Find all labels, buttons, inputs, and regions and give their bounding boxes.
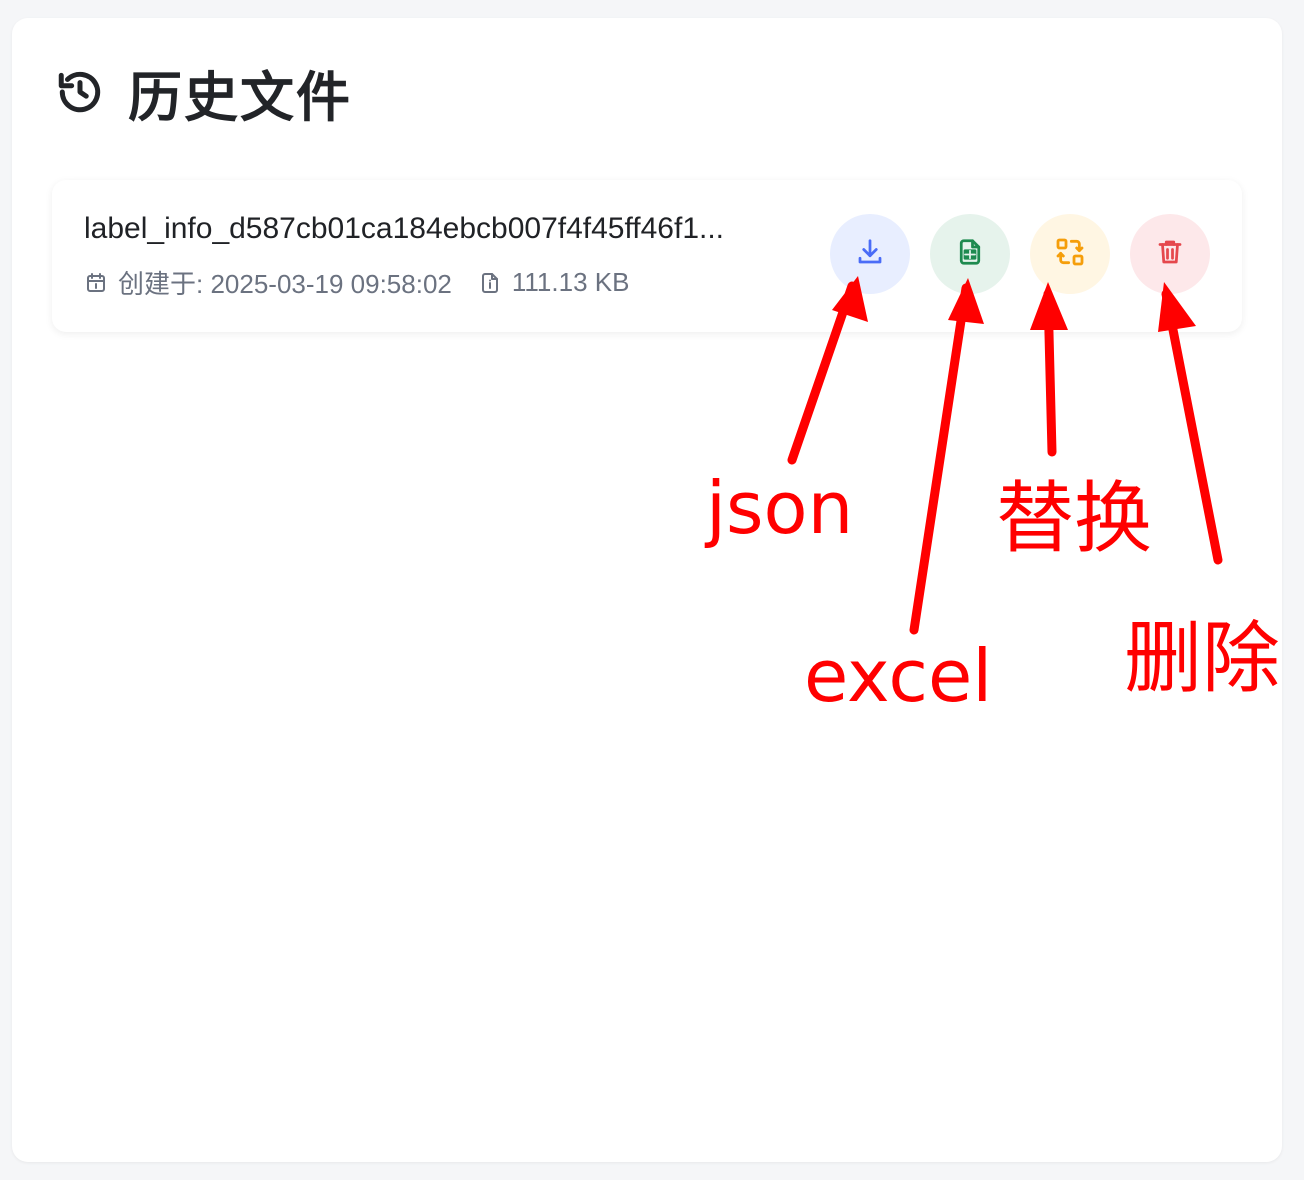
created-date: 创建于: 2025-03-19 09:58:02 <box>84 264 452 301</box>
annotation-json-label: json <box>706 466 854 550</box>
history-panel: 历史文件 label_info_d587cb01ca184ebcb007f4f4… <box>12 18 1282 1162</box>
excel-export-button[interactable] <box>930 214 1010 294</box>
replace-button[interactable] <box>1030 214 1110 294</box>
trash-icon <box>1155 237 1185 272</box>
size-text: 111.13 KB <box>511 267 630 297</box>
annotation-excel-label: excel <box>804 634 993 718</box>
panel-header: 历史文件 <box>54 60 352 129</box>
delete-button[interactable] <box>1130 214 1210 294</box>
download-icon <box>855 237 885 272</box>
annotation-replace-label: 替换 <box>996 474 1153 564</box>
file-size: 111.13 KB <box>478 267 630 298</box>
file-name: label_info_d587cb01ca184ebcb007f4f45ff46… <box>84 212 725 245</box>
page: 历史文件 label_info_d587cb01ca184ebcb007f4f4… <box>0 0 1304 1180</box>
history-icon <box>54 66 106 118</box>
file-meta: 创建于: 2025-03-19 09:58:02 111.13 KB <box>84 264 655 301</box>
swap-icon <box>1054 236 1086 273</box>
file-actions <box>830 214 1210 294</box>
annotation-delete-label: 删除 <box>1124 614 1281 704</box>
spreadsheet-icon <box>955 237 985 272</box>
page-title: 历史文件 <box>128 65 352 129</box>
file-card: label_info_d587cb01ca184ebcb007f4f45ff46… <box>52 180 1242 332</box>
calendar-icon <box>84 271 108 295</box>
json-download-button[interactable] <box>830 214 910 294</box>
file-info-icon <box>478 271 502 295</box>
created-text: 创建于: 2025-03-19 09:58:02 <box>118 269 452 299</box>
